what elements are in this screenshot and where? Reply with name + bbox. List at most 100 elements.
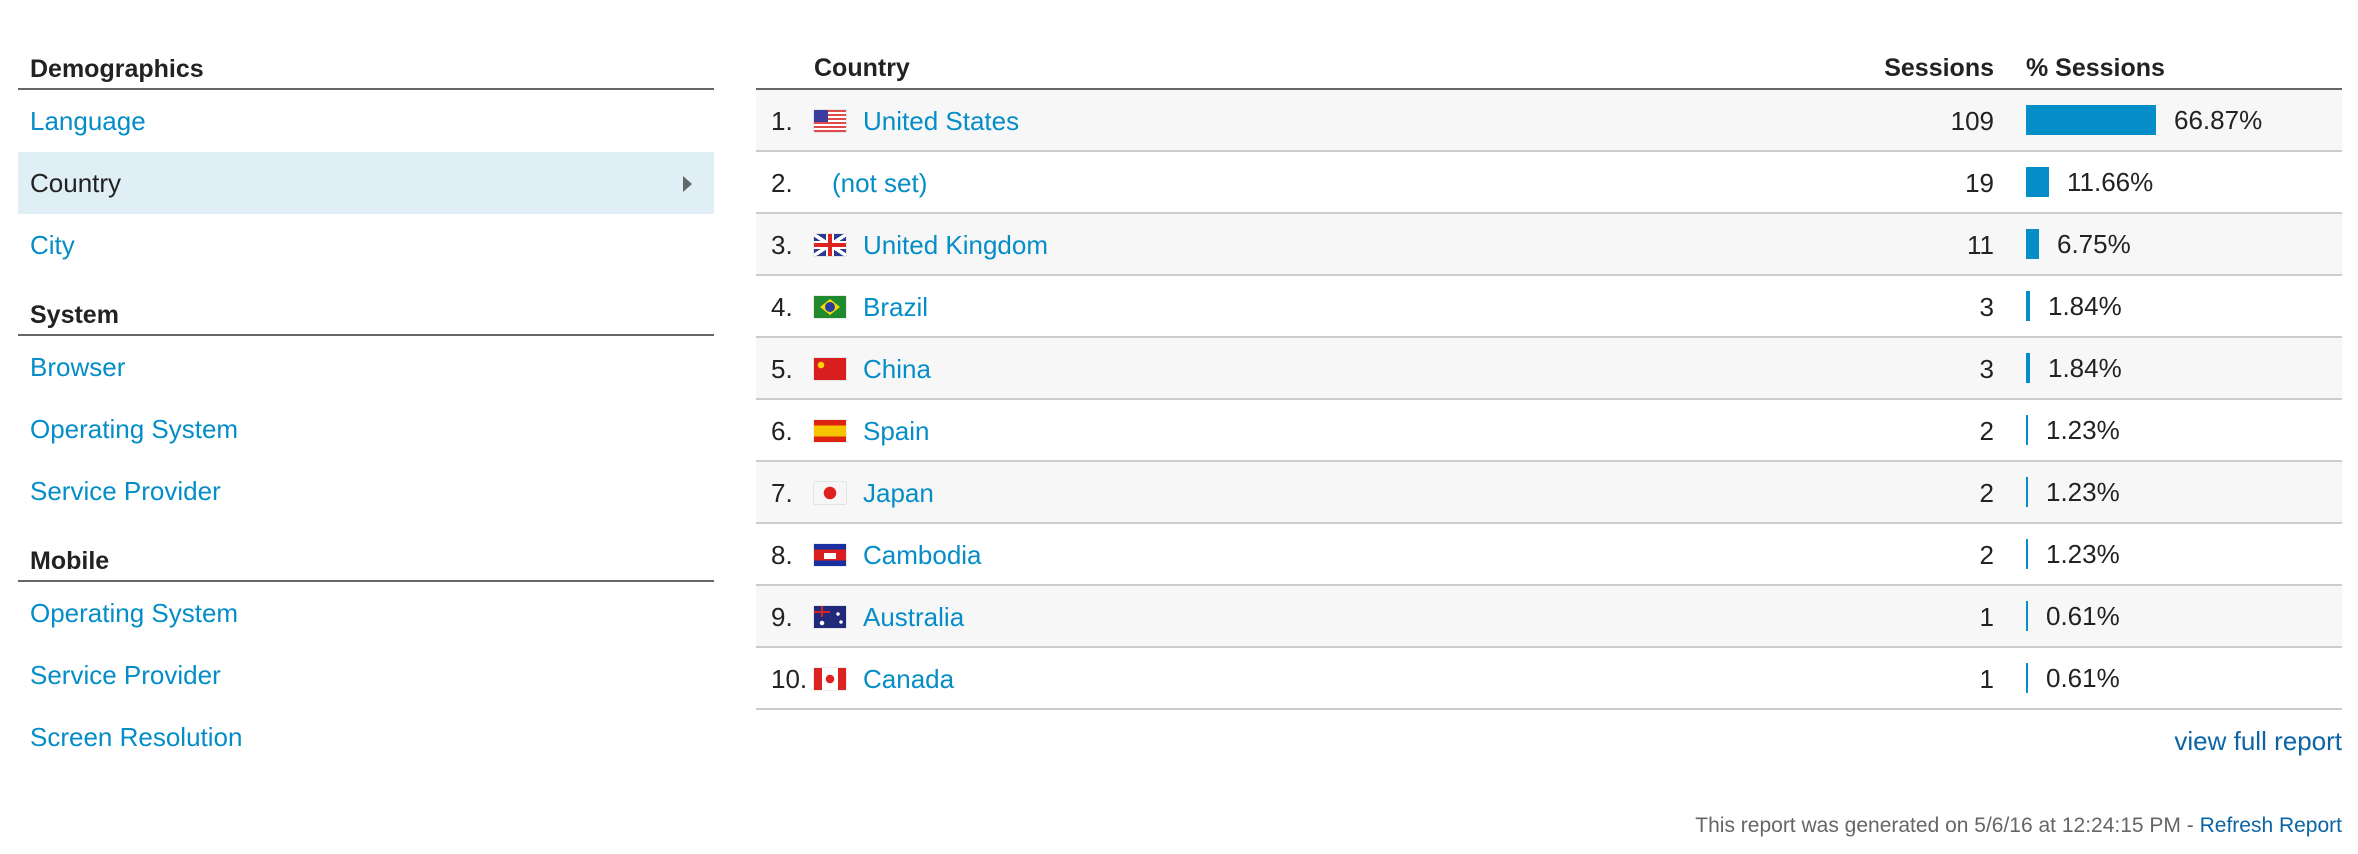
sessions-value: 1 (1979, 602, 1994, 632)
gb-flag-icon (814, 234, 846, 256)
nav-item-screen-resolution[interactable]: Screen Resolution (18, 706, 714, 768)
generated-timestamp-text: This report was generated on 5/6/16 at 1… (1695, 814, 2200, 837)
table-header: Country Sessions % Sessions (756, 40, 2342, 90)
pct-sessions-cell: 66.87% (2026, 90, 2262, 150)
nav-item-mobile-service-provider[interactable]: Service Provider (18, 644, 714, 706)
table-row: 8. Cambodia 2 1.23% (756, 524, 2342, 586)
view-full-report-link[interactable]: view full report (2174, 726, 2342, 757)
row-rank: 4. (771, 292, 793, 322)
column-header-sessions: Sessions (1884, 54, 1994, 82)
country-report-table: Country Sessions % Sessions 1. United Sta… (756, 40, 2342, 710)
report-nav: Demographics Language Country City Syste… (18, 40, 714, 768)
nav-item-language[interactable]: Language (18, 90, 714, 152)
table-row: 3. United Kingdom 11 6.75% (756, 214, 2342, 276)
pct-sessions-cell: 1.84% (2026, 276, 2122, 336)
pct-sessions-value: 1.84% (2048, 290, 2122, 321)
row-rank: 10. (771, 664, 808, 694)
refresh-report-link[interactable]: Refresh Report (2200, 814, 2342, 837)
row-rank: 1. (771, 106, 793, 136)
br-flag-icon (814, 296, 846, 318)
pct-sessions-value: 11.66% (2067, 166, 2154, 197)
row-rank: 8. (771, 540, 793, 570)
table-row: 7. Japan 2 1.23% (756, 462, 2342, 524)
table-row: 9. Australia 1 0.61% (756, 586, 2342, 648)
pct-sessions-value: 0.61% (2046, 662, 2120, 693)
sessions-value: 109 (1950, 106, 1994, 136)
pct-sessions-value: 1.23% (2046, 414, 2120, 445)
country-link[interactable]: United States (863, 106, 1019, 137)
country-link[interactable]: Australia (863, 602, 964, 633)
nav-item-system-service-provider[interactable]: Service Provider (18, 460, 714, 522)
country-link[interactable]: China (863, 354, 931, 385)
nav-item-system-operating-system[interactable]: Operating System (18, 398, 714, 460)
us-flag-icon (814, 110, 846, 132)
nav-item-country[interactable]: Country (18, 152, 714, 214)
country-link[interactable]: Canada (863, 664, 954, 695)
pct-sessions-bar (2026, 477, 2028, 507)
table-body: 1. United States 109 66.87% 2. (not set) 19 11.… (756, 90, 2342, 710)
pct-sessions-value: 0.61% (2046, 600, 2120, 631)
pct-sessions-value: 6.75% (2057, 228, 2131, 259)
pct-sessions-bar (2026, 663, 2028, 693)
pct-sessions-cell: 11.66% (2026, 152, 2153, 212)
es-flag-icon (814, 420, 846, 442)
column-header-country: Country (814, 54, 910, 82)
ca-flag-icon (814, 668, 846, 690)
pct-sessions-cell: 1.84% (2026, 338, 2122, 398)
nav-section-mobile-title: Mobile (18, 532, 714, 582)
country-link[interactable]: (not set) (832, 168, 927, 199)
sessions-value: 2 (1979, 540, 1994, 570)
country-link[interactable]: Brazil (863, 292, 928, 323)
sessions-value: 11 (1967, 230, 1994, 260)
nav-section-system-title: System (18, 286, 714, 336)
sessions-value: 3 (1979, 354, 1994, 384)
pct-sessions-bar (2026, 601, 2028, 631)
table-row: 4. Brazil 3 1.84% (756, 276, 2342, 338)
pct-sessions-bar (2026, 291, 2030, 321)
country-link[interactable]: United Kingdom (863, 230, 1048, 261)
nav-item-city[interactable]: City (18, 214, 714, 276)
table-row: 2. (not set) 19 11.66% (756, 152, 2342, 214)
triangle-right-icon (683, 176, 692, 192)
row-rank: 3. (771, 230, 793, 260)
pct-sessions-bar (2026, 105, 2156, 135)
pct-sessions-cell: 1.23% (2026, 400, 2120, 460)
sessions-value: 19 (1965, 168, 1994, 198)
pct-sessions-cell: 1.23% (2026, 462, 2120, 522)
report-footer: This report was generated on 5/6/16 at 1… (1695, 814, 2342, 838)
table-row: 10. Canada 1 0.61% (756, 648, 2342, 710)
table-row: 6. Spain 2 1.23% (756, 400, 2342, 462)
table-row: 5. China 3 1.84% (756, 338, 2342, 400)
pct-sessions-cell: 6.75% (2026, 214, 2131, 274)
sessions-value: 1 (1979, 664, 1994, 694)
row-rank: 7. (771, 478, 793, 508)
pct-sessions-bar (2026, 539, 2028, 569)
sessions-value: 2 (1979, 478, 1994, 508)
nav-section-demographics-title: Demographics (18, 40, 714, 90)
pct-sessions-value: 66.87% (2174, 104, 2263, 135)
nav-item-mobile-operating-system[interactable]: Operating System (18, 582, 714, 644)
column-header-pct-sessions: % Sessions (2026, 54, 2165, 82)
pct-sessions-cell: 0.61% (2026, 586, 2120, 646)
pct-sessions-bar (2026, 353, 2030, 383)
pct-sessions-value: 1.23% (2046, 538, 2120, 569)
nav-item-browser[interactable]: Browser (18, 336, 714, 398)
jp-flag-icon (814, 482, 846, 504)
au-flag-icon (814, 606, 846, 628)
pct-sessions-bar (2026, 229, 2039, 259)
row-rank: 6. (771, 416, 793, 446)
row-rank: 9. (771, 602, 793, 632)
row-rank: 5. (771, 354, 793, 384)
pct-sessions-value: 1.23% (2046, 476, 2120, 507)
country-link[interactable]: Cambodia (863, 540, 982, 571)
sessions-value: 2 (1979, 416, 1994, 446)
country-link[interactable]: Japan (863, 478, 934, 509)
row-rank: 2. (771, 168, 793, 198)
pct-sessions-bar (2026, 415, 2028, 445)
country-link[interactable]: Spain (863, 416, 930, 447)
nav-item-label: Country (30, 168, 122, 198)
sessions-value: 3 (1979, 292, 1994, 322)
cn-flag-icon (814, 358, 846, 380)
